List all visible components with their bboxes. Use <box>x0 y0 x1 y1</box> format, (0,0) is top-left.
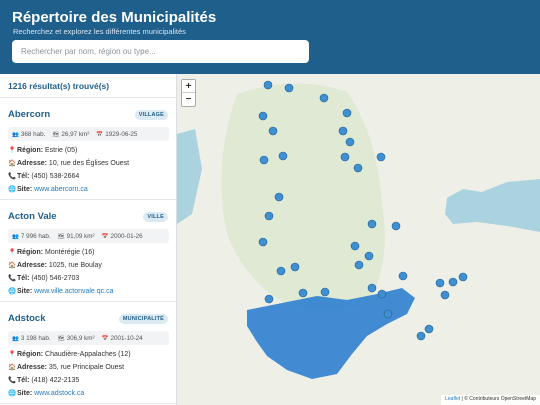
area-stat: 🗺 91,09 km² <box>57 232 95 240</box>
globe-icon: 🌐 <box>8 390 17 397</box>
type-badge: MUNICIPALITÉ <box>118 313 168 324</box>
population-stat: 👥 3 198 hab. <box>12 334 51 342</box>
site-link[interactable]: www.abercorn.ca <box>34 186 88 193</box>
phone-icon: 📞 <box>8 377 17 384</box>
municipality-card[interactable]: Acton Vale VILLE 👥 7 996 hab. 🗺 91,09 km² … <box>0 200 176 302</box>
region-line: 📍Région: Montérégie (16) <box>8 249 95 256</box>
municipality-card[interactable]: Adstock MUNICIPALITÉ 👥 3 198 hab. 🗺 306,9 … <box>0 302 176 404</box>
pin-icon: 📍 <box>8 249 17 256</box>
house-icon: 🏠 <box>8 262 17 269</box>
stats-bar: 👥 7 996 hab. 🗺 91,09 km² 📅 2000-01-26 <box>8 229 169 243</box>
house-icon: 🏠 <box>8 364 17 371</box>
zoom-in-button[interactable]: + <box>182 80 195 93</box>
address-line: 🏠Adresse: 10, rue des Églises Ouest <box>8 160 130 167</box>
region-line: 📍Région: Estrie (05) <box>8 147 78 154</box>
municipality-name[interactable]: Abercorn <box>8 109 50 120</box>
phone-icon: 📞 <box>8 275 17 282</box>
search-input[interactable] <box>12 40 309 63</box>
globe-icon: 🌐 <box>8 186 17 193</box>
calendar-icon: 📅 <box>101 233 109 240</box>
address-line: 🏠Adresse: 35, rue Principale Ouest <box>8 364 125 371</box>
house-icon: 🏠 <box>8 160 17 167</box>
site-line: 🌐Site: www.abercorn.ca <box>8 186 88 193</box>
municipality-name[interactable]: Acton Vale <box>8 211 57 222</box>
date-stat: 📅 1929-06-25 <box>96 130 138 138</box>
pin-icon: 📍 <box>8 147 17 154</box>
municipality-card[interactable]: Abercorn VILLAGE 👥 368 hab. 🗺 26,97 km² 📅 1… <box>0 98 176 200</box>
globe-icon: 🌐 <box>8 288 17 295</box>
phone-line: 📞Tél: (450) 538-2664 <box>8 173 80 180</box>
municipality-name[interactable]: Adstock <box>8 313 45 324</box>
leaflet-link[interactable]: Leaflet <box>445 396 460 402</box>
people-icon: 👥 <box>12 131 19 138</box>
phone-line: 📞Tél: (418) 422-2135 <box>8 377 80 384</box>
type-badge: VILLAGE <box>134 109 168 120</box>
site-link[interactable]: www.ville.actonvale.qc.ca <box>34 288 113 295</box>
map-view[interactable]: + − Leaflet | © Contributeurs OpenStreet… <box>177 74 540 405</box>
site-line: 🌐Site: www.adstock.ca <box>8 390 85 397</box>
people-icon: 👥 <box>12 233 19 240</box>
map-icon: 🗺 <box>57 335 65 342</box>
map-attribution: Leaflet | © Contributeurs OpenStreetMap <box>441 395 540 405</box>
results-count: 1216 résultat(s) trouvé(s) <box>0 74 176 98</box>
area-stat: 🗺 306,9 km² <box>57 334 95 342</box>
population-stat: 👥 368 hab. <box>12 130 46 138</box>
pin-icon: 📍 <box>8 351 17 358</box>
region-line: 📍Région: Chaudière-Appalaches (12) <box>8 351 131 358</box>
people-icon: 👥 <box>12 335 19 342</box>
zoom-control[interactable]: + − <box>181 79 196 107</box>
page-subtitle: Recherchez et explorez les différentes m… <box>13 27 186 36</box>
site-line: 🌐Site: www.ville.actonvale.qc.ca <box>8 288 114 295</box>
osm-attribution: | © Contributeurs OpenStreetMap <box>461 396 536 402</box>
map-canvas[interactable] <box>177 74 540 405</box>
area-stat: 🗺 26,97 km² <box>52 130 90 138</box>
zoom-out-button[interactable]: − <box>182 93 195 106</box>
map-icon: 🗺 <box>57 233 65 240</box>
address-line: 🏠Adresse: 1025, rue Boulay <box>8 262 102 269</box>
results-sidebar[interactable]: 1216 résultat(s) trouvé(s) Abercorn VILL… <box>0 74 177 405</box>
site-link[interactable]: www.adstock.ca <box>34 390 84 397</box>
phone-line: 📞Tél: (450) 546-2703 <box>8 275 80 282</box>
date-stat: 📅 2001-10-24 <box>101 334 143 342</box>
population-stat: 👥 7 996 hab. <box>12 232 51 240</box>
stats-bar: 👥 3 198 hab. 🗺 306,9 km² 📅 2001-10-24 <box>8 331 169 345</box>
calendar-icon: 📅 <box>101 335 109 342</box>
map-icon: 🗺 <box>52 131 60 138</box>
calendar-icon: 📅 <box>96 131 104 138</box>
date-stat: 📅 2000-01-26 <box>101 232 143 240</box>
page-title: Répertoire des Municipalités <box>12 9 217 26</box>
type-badge: VILLE <box>143 211 168 222</box>
stats-bar: 👥 368 hab. 🗺 26,97 km² 📅 1929-06-25 <box>8 127 169 141</box>
phone-icon: 📞 <box>8 173 17 180</box>
app-header: Répertoire des Municipalités Recherchez … <box>0 0 540 74</box>
